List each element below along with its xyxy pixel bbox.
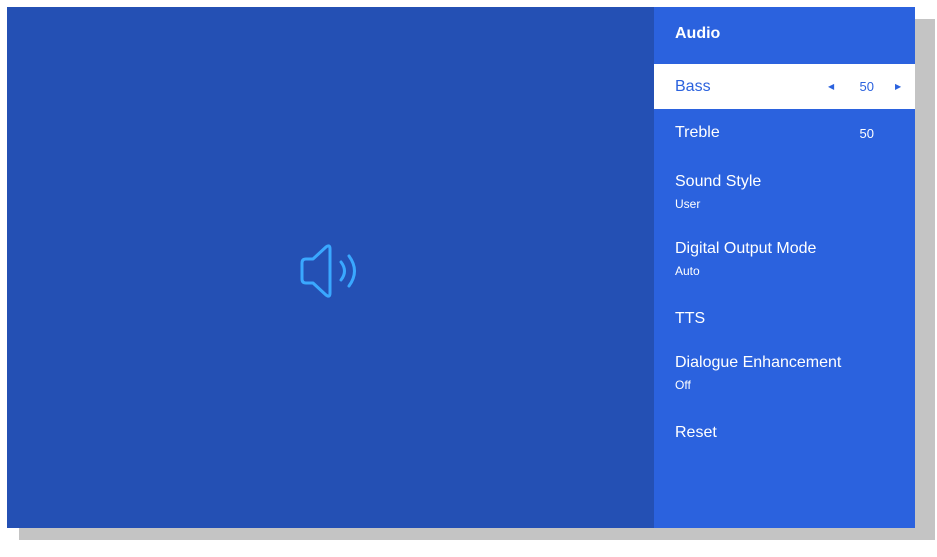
sound-style-value: User [675,197,701,211]
dialogue-enhancement-label: Dialogue Enhancement [675,354,842,371]
menu-item-sound-style[interactable]: Sound Style User [654,167,915,222]
menu-item-treble[interactable]: Treble 50 [654,115,915,160]
tts-label: TTS [675,310,706,327]
digital-output-mode-label: Digital Output Mode [675,240,817,257]
digital-output-mode-value: Auto [675,264,700,278]
tv-screen: Audio Bass ◀ 50 ▶ Treble 50 Sound Style … [7,7,915,528]
reset-label: Reset [675,424,717,441]
treble-value: 50 [859,126,874,141]
menu-item-bass[interactable]: Bass ◀ 50 ▶ [654,64,915,109]
panel-title: Audio [675,25,721,42]
bass-value: 50 [859,79,874,94]
dialogue-enhancement-value: Off [675,378,691,392]
sound-style-label: Sound Style [675,173,762,190]
treble-label: Treble [675,124,720,141]
menu-item-dialogue-enhancement[interactable]: Dialogue Enhancement Off [654,348,915,403]
arrow-right-icon[interactable]: ▶ [895,82,901,91]
menu-item-digital-output-mode[interactable]: Digital Output Mode Auto [654,234,915,289]
arrow-left-icon[interactable]: ◀ [828,82,834,91]
audio-settings-panel: Audio Bass ◀ 50 ▶ Treble 50 Sound Style … [654,7,915,528]
bass-label: Bass [675,78,711,95]
menu-item-reset[interactable]: Reset [654,417,915,457]
speaker-volume-icon [300,244,356,298]
menu-item-tts[interactable]: TTS [654,303,915,343]
audio-preview-area [7,7,654,528]
